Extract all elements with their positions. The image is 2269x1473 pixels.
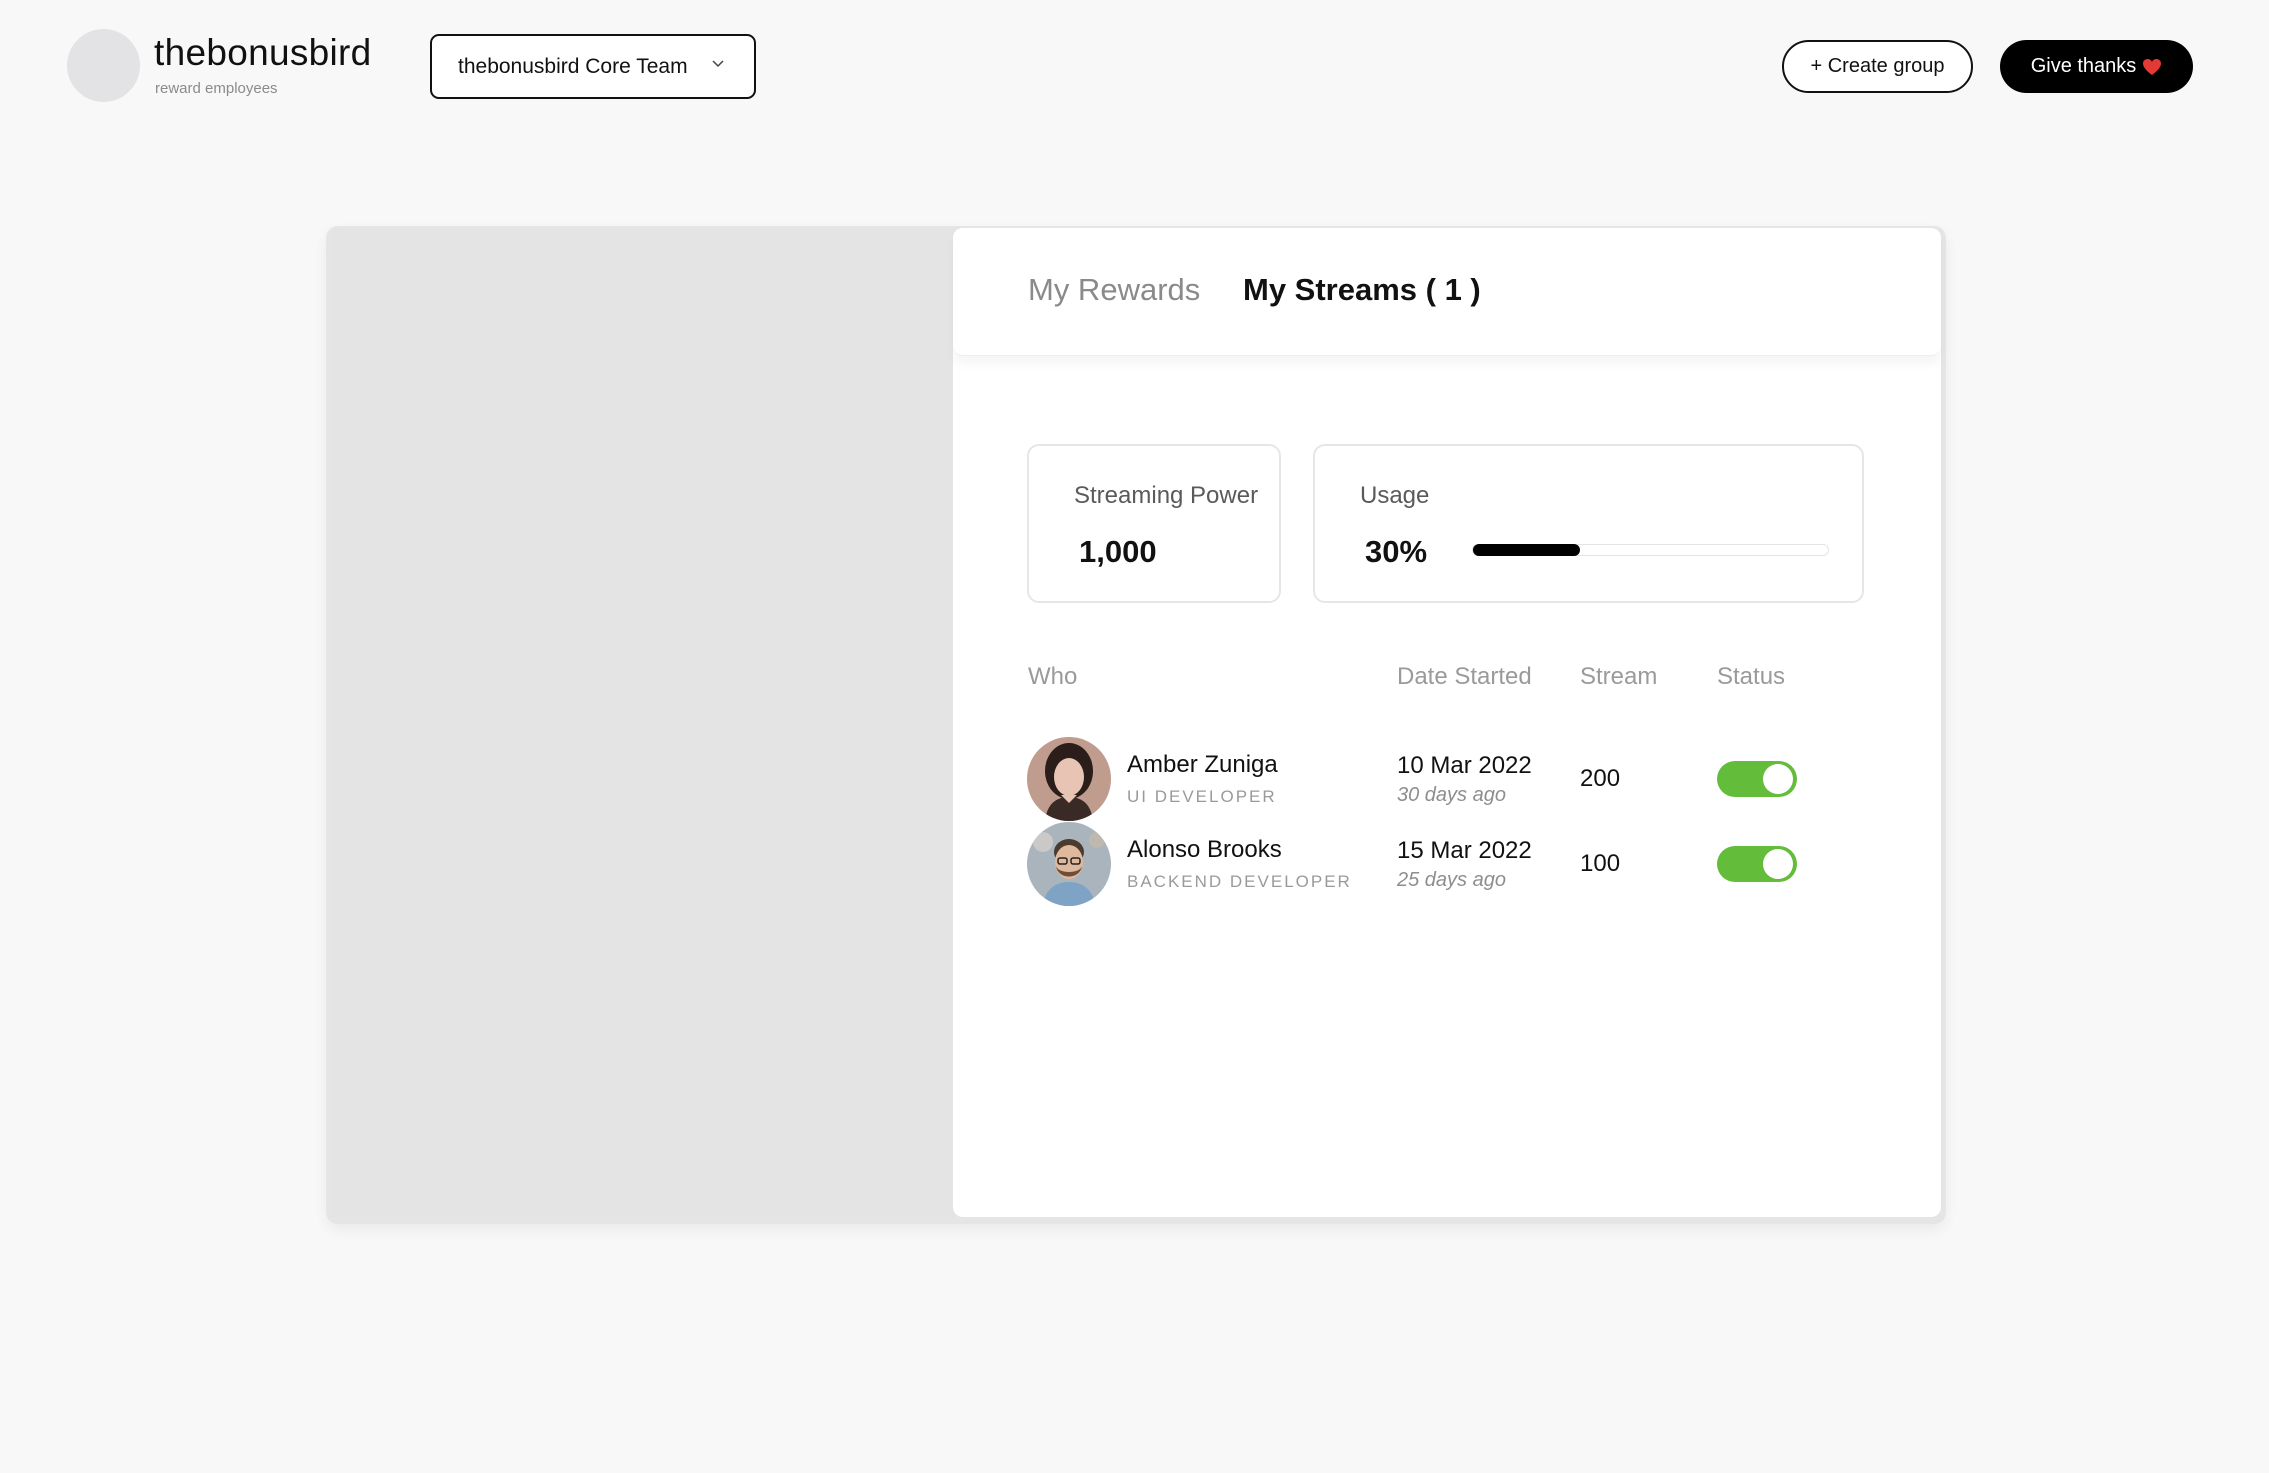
date-started: 15 Mar 2022 [1397, 837, 1532, 864]
give-thanks-label: Give thanks [2030, 55, 2137, 77]
date-relative: 25 days ago [1397, 869, 1506, 891]
person-name: Amber Zuniga [1127, 751, 1278, 778]
usage-card: Usage 30% [1313, 444, 1864, 603]
toggle-knob [1763, 849, 1793, 879]
person-name: Alonso Brooks [1127, 836, 1282, 863]
date-started: 10 Mar 2022 [1397, 752, 1532, 779]
avatar[interactable] [1027, 737, 1111, 821]
team-select-dropdown[interactable]: thebonusbird Core Team [430, 34, 756, 99]
tab-my-rewards[interactable]: My Rewards [1028, 274, 1200, 305]
top-header: thebonusbird reward employees thebonusbi… [0, 0, 2269, 135]
status-toggle[interactable] [1717, 761, 1797, 797]
streaming-power-value: 1,000 [1079, 534, 1157, 569]
stream-value: 200 [1580, 765, 1621, 792]
brand-name: thebonusbird [154, 32, 372, 73]
table-row: Amber Zuniga UI DEVELOPER 10 Mar 2022 30… [953, 737, 1941, 821]
tabs-bar: My Rewards My Streams ( 1 ) [953, 228, 1941, 356]
create-group-label: + Create group [1810, 55, 1945, 77]
column-header-date-started: Date Started [1397, 663, 1532, 690]
main-card: My Rewards My Streams ( 1 ) Streaming Po… [326, 226, 1946, 1224]
chevron-down-icon [712, 60, 724, 68]
streaming-power-label: Streaming Power [1074, 482, 1259, 509]
column-header-stream: Stream [1580, 663, 1658, 690]
toggle-knob [1763, 764, 1793, 794]
left-panel [330, 228, 954, 1217]
tab-my-streams[interactable]: My Streams ( 1 ) [1243, 274, 1481, 305]
table-row: Alonso Brooks BACKEND DEVELOPER 15 Mar 2… [953, 822, 1941, 906]
heart-icon [2143, 58, 2162, 75]
usage-label: Usage [1360, 482, 1430, 509]
usage-progress-fill [1473, 544, 1580, 556]
streams-panel: My Rewards My Streams ( 1 ) Streaming Po… [953, 228, 1941, 1217]
usage-progress-bar [1472, 544, 1829, 556]
date-relative: 30 days ago [1397, 784, 1506, 806]
status-toggle[interactable] [1717, 846, 1797, 882]
avatar[interactable] [1027, 822, 1111, 906]
column-header-who: Who [1028, 663, 1078, 690]
brand-tagline: reward employees [155, 80, 278, 97]
create-group-button[interactable]: + Create group [1782, 40, 1973, 93]
give-thanks-button[interactable]: Give thanks [2000, 40, 2193, 93]
team-select-label: thebonusbird Core Team [458, 54, 688, 78]
stream-value: 100 [1580, 850, 1621, 877]
column-header-status: Status [1717, 663, 1786, 690]
person-role: BACKEND DEVELOPER [1127, 872, 1352, 891]
usage-value: 30% [1365, 534, 1428, 569]
person-role: UI DEVELOPER [1127, 787, 1277, 806]
streaming-power-card: Streaming Power 1,000 [1027, 444, 1281, 603]
logo-placeholder[interactable] [67, 29, 140, 102]
